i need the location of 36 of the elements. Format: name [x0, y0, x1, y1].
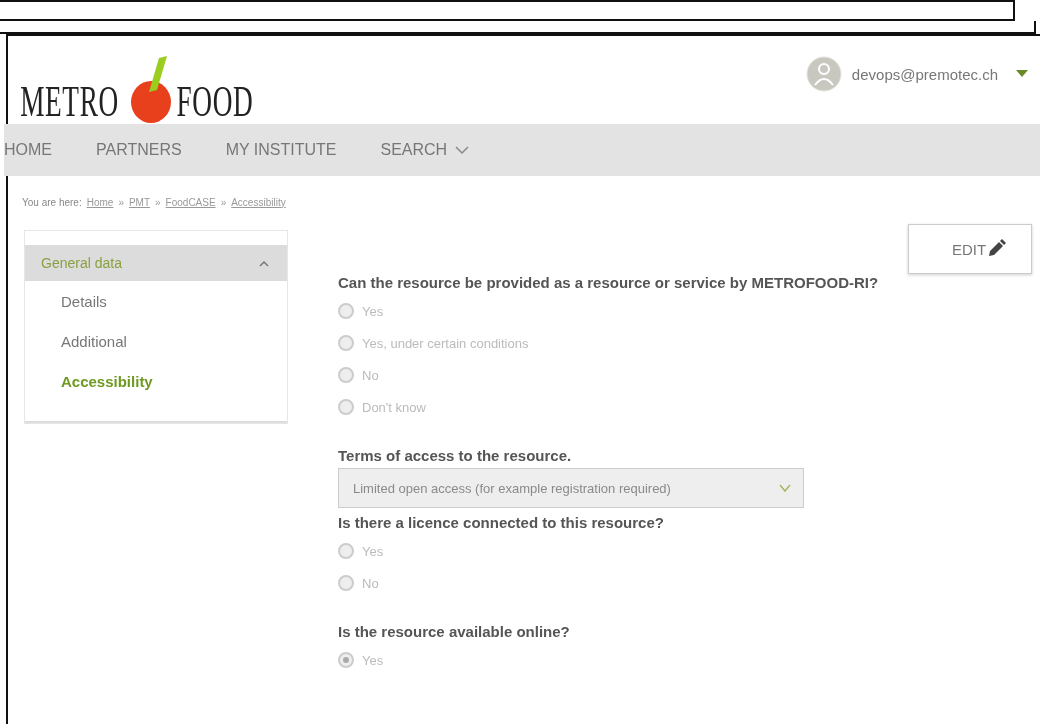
sidebar-group[interactable]: General data [25, 245, 287, 281]
question-label: Can the resource be provided as a resource or service by METROFOOD-RI? [338, 274, 880, 291]
access-select[interactable]: Limited open access (for example registration required) [338, 468, 804, 508]
radio-option[interactable]: Yes, under certain conditions [338, 327, 533, 359]
radio-option[interactable]: Yes [338, 295, 388, 327]
question-label: Is the resource available online? [338, 623, 571, 640]
breadcrumb-separator: » [220, 196, 227, 208]
user-email[interactable]: devops@premotec.ch [851, 65, 998, 83]
edit-button[interactable]: EDIT [908, 224, 1032, 274]
chevron-down-icon [779, 483, 791, 493]
question-label: Terms of access to the resource. [338, 447, 573, 464]
nav-link[interactable]: HOME [4, 141, 74, 159]
sidebar-item[interactable]: Details [25, 281, 287, 321]
breadcrumb-link[interactable]: FoodCASE [165, 196, 216, 208]
radio-option[interactable]: Don't know [338, 391, 430, 423]
pencil-icon [986, 239, 1007, 259]
nav-link[interactable]: MY INSTITUTE [203, 141, 359, 159]
question-label: Is there a licence connected to this resource? [338, 514, 665, 531]
radio-option[interactable]: No [338, 567, 383, 599]
sidebar-item[interactable]: Accessibility [25, 361, 287, 401]
chevron-icon [259, 259, 269, 267]
radio-option[interactable]: No [338, 359, 383, 391]
breadcrumb-link[interactable]: PMT [128, 196, 151, 208]
radio-option[interactable]: Yes [338, 535, 388, 567]
nav-link[interactable]: SEARCH [358, 141, 492, 159]
breadcrumb-link[interactable]: Home [86, 196, 114, 208]
chevron-down-icon [455, 145, 470, 155]
metrofood-logo: METRO FOOD [14, 54, 253, 124]
sidebar-item[interactable]: Additional [25, 321, 287, 361]
caret-icon[interactable] [1016, 70, 1028, 78]
nav-link[interactable]: PARTNERS [74, 141, 204, 159]
breadcrumb-separator: » [118, 196, 124, 208]
breadcrumb-separator: » [155, 196, 161, 208]
breadcrumb-link[interactable]: Accessibility [231, 196, 286, 208]
breadcrumb-label: You are here: [22, 196, 82, 208]
radio-option[interactable]: Yes [338, 644, 388, 676]
